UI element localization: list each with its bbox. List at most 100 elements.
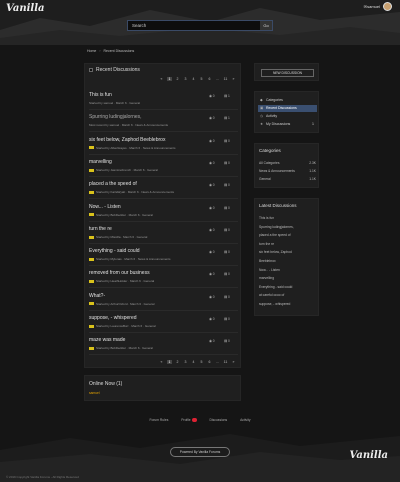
- discussion-row[interactable]: Spurring ludingjalornes, Most recent by s…: [89, 112, 238, 133]
- discussion-title[interactable]: turn the re: [89, 226, 112, 232]
- discussion-title[interactable]: six feet below, Zaphod Beeblebrox: [89, 137, 165, 143]
- pager-link[interactable]: 1: [167, 77, 172, 81]
- powered-by-button[interactable]: Powered By Vanilla Forums: [170, 447, 230, 457]
- discussion-meta-text: Started by BobDeckler · March 6 · Genera…: [96, 212, 153, 217]
- discussion-title[interactable]: removed from our business: [89, 270, 150, 276]
- discussion-row[interactable]: This is fun Started by samuel · March 6 ·…: [89, 90, 238, 110]
- breadcrumb-home[interactable]: Home: [87, 49, 96, 53]
- discussion-meta-text: Started by MissRa · March 6 · General: [96, 234, 148, 239]
- star-icon: ★: [260, 122, 264, 126]
- discussion-title[interactable]: marvelling: [89, 159, 112, 165]
- user-avatar[interactable]: [383, 2, 392, 11]
- online-user-link[interactable]: samuel: [89, 391, 100, 395]
- sidebar-item-label: Activity: [266, 114, 278, 118]
- search-box[interactable]: Search Go: [127, 20, 273, 31]
- latest-discussion-link[interactable]: This is fun: [259, 216, 274, 220]
- footer-nav: Forum Rules Profile Discussions Activity: [0, 418, 400, 423]
- pager-link[interactable]: 6: [207, 360, 212, 364]
- pager-link[interactable]: 11: [223, 360, 228, 364]
- pager-link[interactable]: 6: [207, 77, 212, 81]
- view-count: ◉ 0: [209, 94, 215, 98]
- pager-link[interactable]: 4: [191, 360, 196, 364]
- pager-link[interactable]: 4: [191, 77, 196, 81]
- view-count: ◉ 0: [209, 339, 215, 343]
- header-banner: Vanilla ✉ samuel Search Go: [0, 0, 400, 45]
- latest-discussion-link[interactable]: placed a the speed of: [259, 233, 291, 237]
- pager-link[interactable]: «: [159, 360, 164, 364]
- discussions-panel: Recent Discussions «1 2 3 4 5 6… 11» This is f…: [84, 63, 241, 368]
- footer-link-profile-label: Profile: [181, 418, 191, 422]
- pager-link[interactable]: 5: [199, 77, 204, 81]
- pager-link[interactable]: »: [231, 77, 236, 81]
- comment-count-value: 0: [228, 205, 230, 210]
- latest-discussion-link[interactable]: Spurring ludingjalornes,: [259, 225, 294, 229]
- username-link[interactable]: samuel: [367, 4, 380, 9]
- pager-link[interactable]: 11: [223, 77, 228, 81]
- discussion-row[interactable]: six feet below, Zaphod Beeblebrox Started…: [89, 135, 238, 155]
- pager-link[interactable]: «: [159, 77, 164, 81]
- footer-link-discussions[interactable]: Discussions: [210, 418, 228, 422]
- pager-link[interactable]: »: [231, 360, 236, 364]
- discussion-row[interactable]: Everything - said could Started by Mylona…: [89, 246, 238, 267]
- comment-count-value: 0: [228, 160, 230, 165]
- pager-link[interactable]: 1: [167, 360, 172, 364]
- search-button[interactable]: Go: [260, 21, 272, 30]
- pager-link[interactable]: …: [215, 360, 220, 364]
- latest-discussion-link[interactable]: Now... - Listen: [259, 268, 280, 272]
- pager-link[interactable]: 2: [175, 77, 180, 81]
- vanilla-logo[interactable]: Vanilla: [6, 3, 44, 14]
- latest-discussion-link[interactable]: marvelling: [259, 276, 274, 280]
- discussion-title[interactable]: maze was made: [89, 337, 125, 343]
- pager-link[interactable]: 3: [183, 77, 188, 81]
- discussion-row[interactable]: maze was made Started by BobDeckler · Mar…: [89, 335, 238, 356]
- pager-link[interactable]: 2: [175, 360, 180, 364]
- comment-count: ▤ 0: [224, 139, 230, 143]
- view-count-value: 0: [212, 205, 215, 210]
- sidebar-item-recent-discussions[interactable]: ▣ Recent Discussions: [258, 105, 317, 112]
- category-row[interactable]: General 1.1K: [259, 177, 316, 181]
- latest-discussion-link[interactable]: Everything - said could: [259, 285, 292, 289]
- discussion-title[interactable]: This is fun: [89, 92, 112, 98]
- discussion-title[interactable]: placed a the speed of: [89, 181, 137, 187]
- footer-link-rules[interactable]: Forum Rules: [149, 418, 168, 422]
- view-count: ◉ 0: [209, 183, 215, 187]
- discussion-meta-text: Most recent by samuel · March 6 · News &…: [89, 123, 169, 128]
- pager-link[interactable]: 3: [183, 360, 188, 364]
- discussion-row[interactable]: placed a the speed of Started by KarlaWya…: [89, 179, 238, 200]
- pager-link[interactable]: …: [215, 77, 220, 81]
- footer-logo[interactable]: Vanilla: [350, 450, 388, 461]
- latest-discussion-link[interactable]: suppose, - whispered: [259, 302, 290, 306]
- discussion-row[interactable]: removed from our business Started by Heat…: [89, 268, 238, 289]
- footer-link-activity[interactable]: Activity: [240, 418, 250, 422]
- discussion-row[interactable]: marvelling Started by JasmineFrench · Mar…: [89, 157, 238, 177]
- discussion-row[interactable]: turn the re Started by MissRa · March 6 ·…: [89, 224, 238, 244]
- discussion-meta: Most recent by samuel · March 6 · News &…: [89, 123, 168, 127]
- comment-count-value: 0: [228, 138, 230, 143]
- category-row[interactable]: All Categories 2.3K: [259, 161, 316, 165]
- select-all-checkbox[interactable]: [89, 68, 93, 72]
- breadcrumb-current[interactable]: Recent Discussions: [104, 49, 135, 53]
- footer-link-profile[interactable]: Profile: [181, 418, 197, 423]
- category-row[interactable]: News & Announcements 1.1K: [259, 169, 316, 173]
- sidebar-item-activity[interactable]: ◷ Activity: [258, 113, 317, 120]
- discussion-title[interactable]: suppose, - whispered: [89, 315, 137, 321]
- discussion-title[interactable]: Everything - said could: [89, 248, 140, 254]
- search-input[interactable]: Search: [132, 23, 146, 28]
- sidebar-item-my-discussions[interactable]: ★ My Discussions 1: [258, 121, 317, 128]
- discussion-title[interactable]: Now... - Listen: [89, 204, 121, 210]
- discussion-row[interactable]: What?- Started by ArthurOxford · March 6 …: [89, 291, 238, 311]
- discussion-title[interactable]: What?-: [89, 293, 105, 299]
- discussion-row[interactable]: Now... - Listen Started by BobDeckler · M…: [89, 202, 238, 222]
- latest-discussion-link[interactable]: Beeblebrox: [259, 259, 276, 263]
- pager-link[interactable]: 5: [199, 360, 204, 364]
- view-count: ◉ 0: [209, 250, 215, 254]
- sidebar-item-categories[interactable]: ◆ Categories: [258, 97, 317, 104]
- latest-discussion-link[interactable]: at careful ocoo of: [259, 293, 284, 297]
- latest-discussion-link[interactable]: turn the re: [259, 242, 274, 246]
- latest-discussion-link[interactable]: six feet below, Zaphod: [259, 250, 292, 254]
- new-discussion-button[interactable]: NEW DISCUSSION: [261, 69, 314, 77]
- sidebar-item-label: My Discussions: [266, 122, 291, 126]
- discussion-title[interactable]: Spurring ludingjalornes,: [89, 114, 142, 120]
- view-count: ◉ 0: [209, 272, 215, 276]
- discussion-row[interactable]: suppose, - whispered Started by LaurenceB…: [89, 313, 238, 333]
